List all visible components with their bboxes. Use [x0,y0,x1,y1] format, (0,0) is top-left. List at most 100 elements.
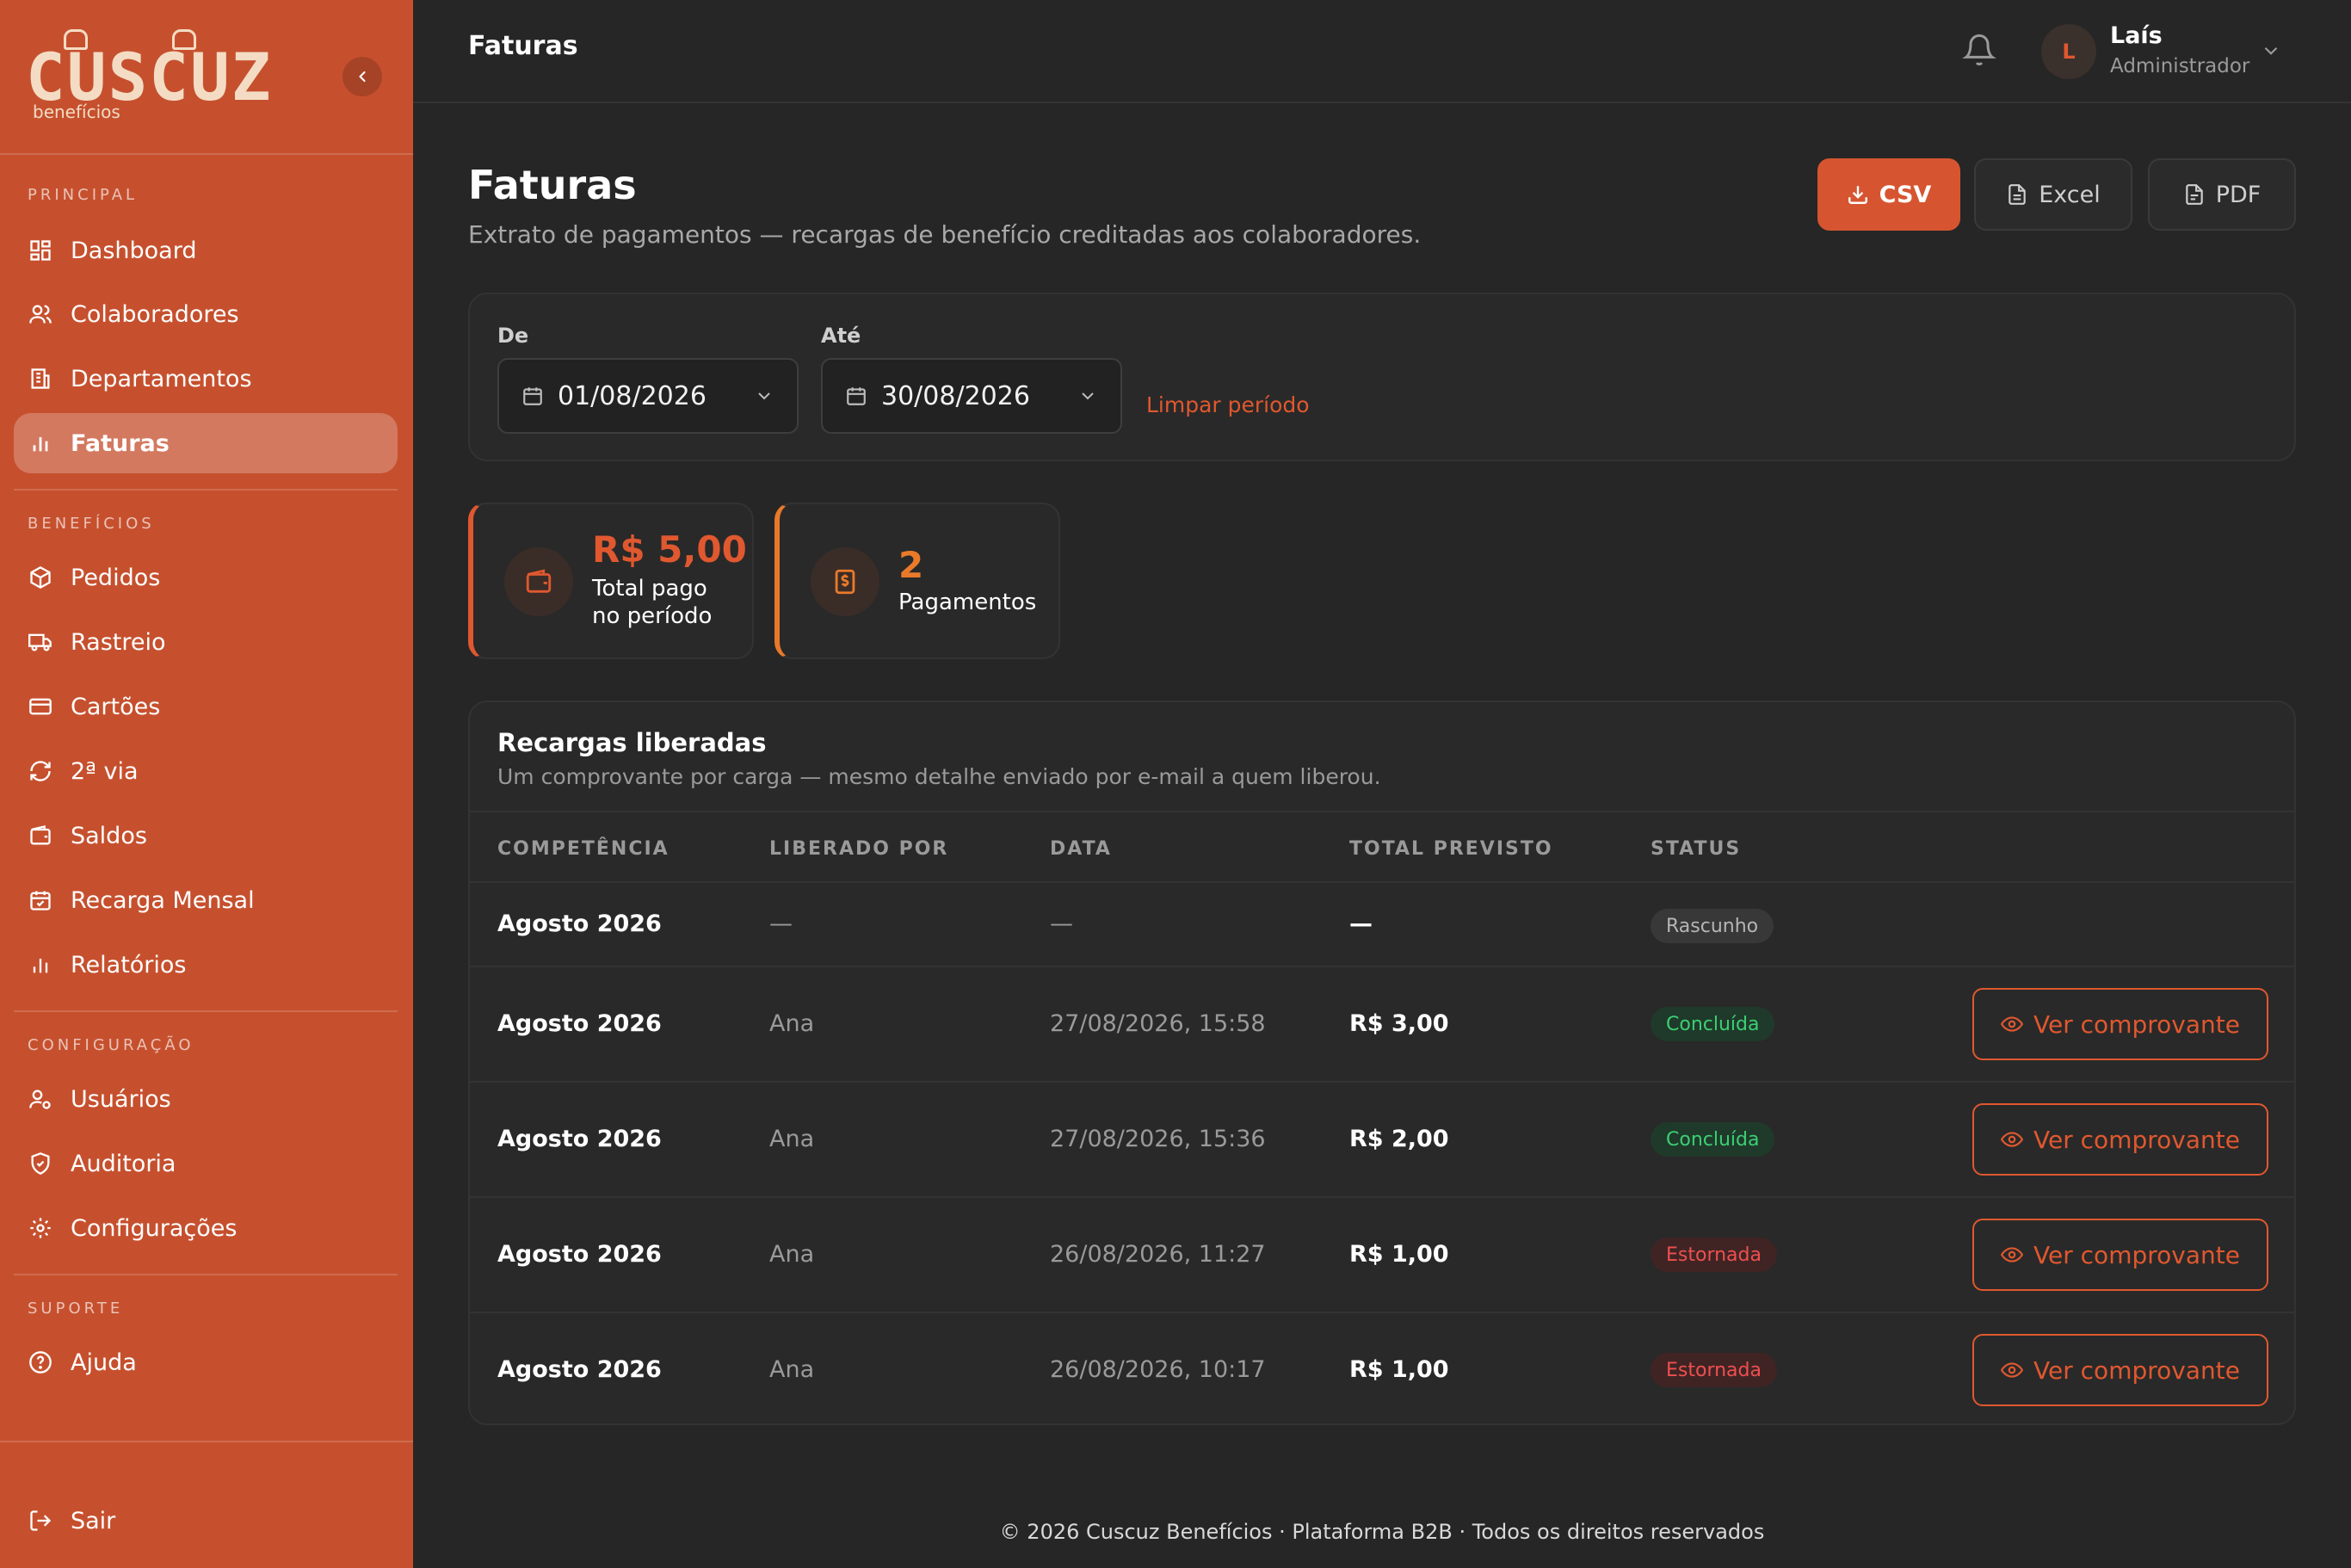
payments-count-card: 2 Pagamentos [774,503,1060,659]
card-icon [29,698,52,715]
chevron-down-icon[interactable] [2260,40,2282,62]
cell-liberado-por: Ana [769,1126,815,1152]
user-name[interactable]: Laís [2110,22,2163,49]
table-row: Agosto 2026 Ana 26/08/2026, 10:17 R$ 1,0… [470,1313,2294,1423]
column-header-total: TOTAL PREVISTO [1349,838,1553,860]
button-label: Ver comprovante [2033,1355,2240,1385]
to-date-value: 30/08/2026 [881,380,1030,411]
cell-total: R$ 1,00 [1349,1241,1449,1268]
sidebar-item-label: Ajuda [71,1349,137,1376]
bell-icon[interactable] [1962,33,1996,67]
logout-button[interactable]: Sair [14,1491,398,1551]
cell-liberado-por: — [769,911,793,937]
eye-icon [2001,1247,2024,1262]
cell-total: R$ 2,00 [1349,1126,1449,1152]
sidebar-divider [0,1441,413,1442]
table-title: Recargas liberadas [497,728,767,757]
sidebar-item-label: Auditoria [71,1150,176,1177]
sidebar-item-label: Colaboradores [71,300,239,328]
sidebar-item-auditoria[interactable]: Auditoria [14,1133,398,1194]
section-label-beneficios: BENEFÍCIOS [28,515,155,533]
sidebar-item-segunda-via[interactable]: 2ª via [14,741,398,801]
sidebar-item-cartoes[interactable]: Cartões [14,676,398,737]
sidebar-item-configuracoes[interactable]: Configurações [14,1198,398,1258]
sidebar-item-label: Usuários [71,1085,171,1113]
button-label: CSV [1879,181,1932,208]
sidebar-item-saldos[interactable]: Saldos [14,806,398,866]
section-label-suporte: SUPORTE [28,1299,124,1318]
calendar-icon [30,891,51,911]
to-date-input[interactable]: 30/08/2026 [821,358,1122,434]
table-row: Agosto 2026 Ana 27/08/2026, 15:58 R$ 3,0… [470,967,2294,1083]
view-receipt-button[interactable]: Ver comprovante [1972,1219,2268,1291]
button-label: Ver comprovante [2033,1009,2240,1039]
cell-data: — [1050,911,1073,937]
eye-icon [2001,1016,2024,1032]
from-date-input[interactable]: 01/08/2026 [497,358,799,434]
total-paid-value: R$ 5,00 [592,528,747,571]
file-icon [2009,184,2026,205]
column-header-liberado-por: LIBERADO POR [769,838,949,860]
total-paid-card: R$ 5,00 Total pago no período [468,503,754,659]
wallet-icon [526,569,552,593]
cell-competencia: Agosto 2026 [497,1356,662,1383]
sidebar-item-pedidos[interactable]: Pedidos [14,547,398,608]
sidebar: CUSCUZ benefícios PRINCIPAL Dashboard Co… [0,0,413,1568]
payments-count-value: 2 [898,544,924,586]
topbar: Faturas L Laís Administrador [413,0,2351,103]
sidebar-item-colaboradores[interactable]: Colaboradores [14,284,398,344]
column-header-status: STATUS [1651,838,1742,860]
sidebar-divider [14,1010,398,1012]
from-date-value: 01/08/2026 [558,380,707,411]
sidebar-item-dashboard[interactable]: Dashboard [14,220,398,281]
download-icon [1848,186,1867,204]
export-csv-button[interactable]: CSV [1817,158,1960,231]
bar-chart-icon [33,437,48,452]
avatar[interactable]: L [2041,24,2096,79]
recharges-table-card: Recargas liberadas Um comprovante por ca… [468,701,2296,1425]
cell-data: 26/08/2026, 11:27 [1050,1241,1266,1268]
collapse-sidebar-button[interactable] [342,57,382,96]
dollar-icon-wrap [811,547,879,616]
sidebar-item-label: Departamentos [71,365,252,392]
section-label-principal: PRINCIPAL [28,186,139,204]
sidebar-item-label: Pedidos [71,564,161,591]
sidebar-divider [14,489,398,491]
cell-liberado-por: Ana [769,1241,815,1268]
view-receipt-button[interactable]: Ver comprovante [1972,988,2268,1060]
sidebar-item-recarga-mensal[interactable]: Recarga Mensal [14,870,398,930]
sidebar-item-faturas[interactable]: Faturas [14,413,398,473]
eye-icon [2001,1132,2024,1147]
sidebar-item-label: Cartões [71,693,161,720]
sidebar-item-label: Saldos [71,822,147,849]
sidebar-item-relatorios[interactable]: Relatórios [14,935,398,995]
table-header: COMPETÊNCIA LIBERADO POR DATA TOTAL PREV… [470,811,2294,883]
status-badge: Rascunho [1651,909,1774,943]
sidebar-item-label: Sair [71,1507,116,1534]
page-title: Faturas [468,162,637,208]
sidebar-item-departamentos[interactable]: Departamentos [14,349,398,409]
export-pdf-button[interactable]: PDF [2148,158,2296,231]
shield-icon [31,1152,50,1175]
clear-period-link[interactable]: Limpar período [1146,392,1310,417]
brand-logo[interactable]: CUSCUZ benefícios [26,26,271,129]
cell-competencia: Agosto 2026 [497,1126,662,1152]
view-receipt-button[interactable]: Ver comprovante [1972,1334,2268,1406]
sidebar-item-label: Dashboard [71,237,197,264]
cell-total: R$ 3,00 [1349,1010,1449,1037]
sidebar-item-label: 2ª via [71,757,139,785]
view-receipt-button[interactable]: Ver comprovante [1972,1103,2268,1176]
table-row: Agosto 2026 Ana 27/08/2026, 15:36 R$ 2,0… [470,1083,2294,1198]
bar-chart-icon [33,959,48,973]
total-paid-label-line1: Total pago [592,576,707,602]
button-label: Excel [2039,181,2101,208]
export-excel-button[interactable]: Excel [1974,158,2132,231]
sidebar-item-usuarios[interactable]: Usuários [14,1069,398,1129]
file-icon [2185,184,2203,205]
sidebar-item-rastreio[interactable]: Rastreio [14,612,398,672]
status-badge: Concluída [1651,1122,1775,1157]
button-label: Ver comprovante [2033,1240,2240,1269]
sidebar-item-ajuda[interactable]: Ajuda [14,1332,398,1392]
cell-total: — [1349,911,1373,937]
sidebar-item-label: Faturas [71,429,170,457]
